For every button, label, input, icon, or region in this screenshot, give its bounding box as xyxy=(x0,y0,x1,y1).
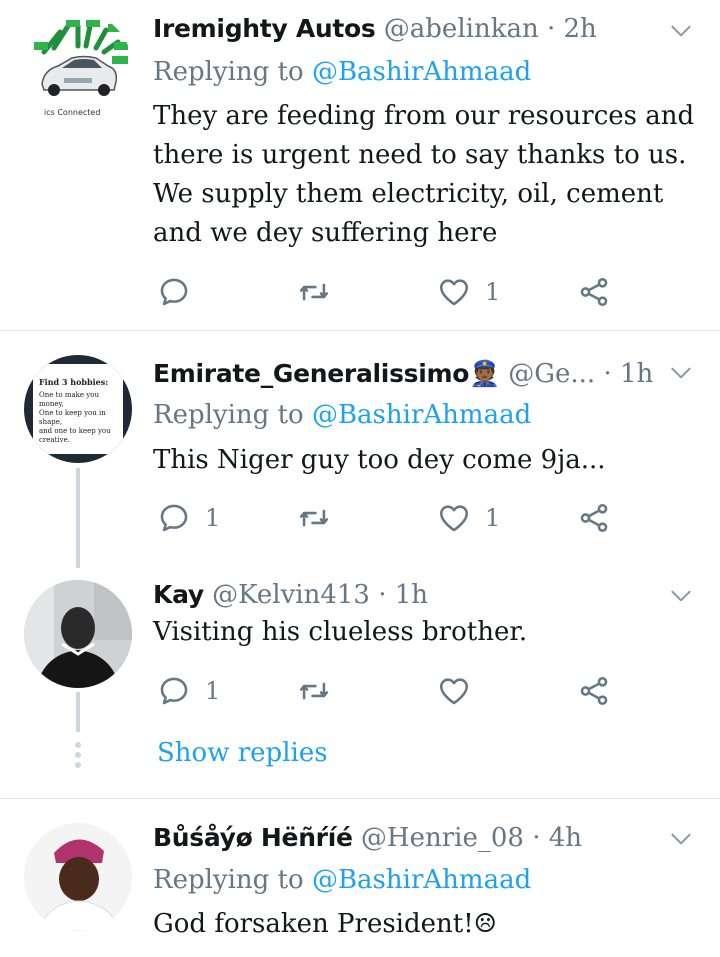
retweet-button[interactable] xyxy=(297,272,345,312)
tweet-text-line: and we dey suffering here xyxy=(153,218,498,248)
show-replies-link[interactable]: Show replies xyxy=(157,736,328,770)
divider xyxy=(0,798,720,799)
replying-to: Replying to @BashirAhmaad xyxy=(153,398,531,432)
tweet-text: God forsaken President!☹ xyxy=(153,905,696,944)
user-handle[interactable]: @Henrie_08 xyxy=(361,823,524,853)
retweet-button[interactable] xyxy=(297,498,345,538)
tweet-text-line: there is urgent need to say thanks to us… xyxy=(153,140,687,170)
retweet-icon xyxy=(297,275,331,309)
display-name[interactable]: Iremighty Autos xyxy=(153,14,376,43)
reply-button[interactable] xyxy=(157,272,205,312)
person-photo-icon xyxy=(24,823,132,931)
reply-button[interactable]: 1 xyxy=(157,498,220,538)
retweet-icon xyxy=(297,501,331,535)
avatar-quote-line: One to keep you in shape, xyxy=(39,409,106,426)
tweet-text-line: This Niger guy too dey come 9ja... xyxy=(153,445,606,475)
tweet-text-line: God forsaken President!☹ xyxy=(153,909,497,939)
timestamp[interactable]: 4h xyxy=(549,823,582,853)
avatar-quote-line: Find 3 hobbies: xyxy=(39,377,109,387)
reply-button[interactable]: 1 xyxy=(157,671,220,711)
tweet-header: Bůśåýø Hëñŕíé @Henrie_08 · 4h xyxy=(153,821,660,855)
tweet-text-line: Visiting his clueless brother. xyxy=(153,617,528,647)
share-icon xyxy=(577,501,611,535)
replying-label: Replying to xyxy=(153,57,304,87)
tweet-text-line: We supply them electricity, oil, cement xyxy=(153,179,664,209)
share-icon xyxy=(577,275,611,309)
like-button[interactable] xyxy=(437,671,485,711)
thread-dot xyxy=(75,762,81,768)
avatar-quote-line: One to make you money, xyxy=(39,391,99,408)
replying-handle-link[interactable]: @BashirAhmaad xyxy=(312,400,531,430)
avatar-quote-line: and one to keep you creative. xyxy=(39,427,111,444)
timestamp[interactable]: 1h xyxy=(395,580,428,610)
like-count: 1 xyxy=(485,504,501,532)
avatar[interactable] xyxy=(24,580,132,688)
avatar-caption: ics Connected xyxy=(44,108,101,117)
avatar-quote-card: Find 3 hobbies: One to make you money, O… xyxy=(33,364,123,454)
reply-count: 1 xyxy=(205,504,221,532)
avatar[interactable] xyxy=(24,12,132,120)
tweet-text-line: They are feeding from our resources and xyxy=(153,101,695,131)
avatar[interactable] xyxy=(24,823,132,931)
thread-line xyxy=(76,468,80,568)
share-button[interactable] xyxy=(577,498,611,538)
user-handle[interactable]: @abelinkan xyxy=(384,14,539,44)
heart-icon xyxy=(437,674,471,708)
person-photo-icon xyxy=(24,580,132,688)
chevron-down-icon[interactable] xyxy=(668,18,694,44)
car-logo-icon xyxy=(24,12,132,120)
separator-dot: · xyxy=(532,823,541,853)
user-handle[interactable]: @Ge... xyxy=(508,359,595,389)
timestamp[interactable]: 1h xyxy=(620,359,653,389)
chevron-down-icon[interactable] xyxy=(668,360,694,386)
share-button[interactable] xyxy=(577,272,611,312)
tweet-header: Iremighty Autos @abelinkan · 2h xyxy=(153,12,660,46)
timestamp[interactable]: 2h xyxy=(564,14,597,44)
tweet-header: Kay @Kelvin413 · 1h xyxy=(153,578,660,612)
tweet-text: Visiting his clueless brother. xyxy=(153,613,696,652)
like-button[interactable]: 1 xyxy=(437,498,500,538)
replying-to: Replying to @BashirAhmaad xyxy=(153,55,531,89)
replying-label: Replying to xyxy=(153,865,304,895)
thread-dot xyxy=(75,742,81,748)
display-name[interactable]: Kay xyxy=(153,580,204,609)
reply-icon xyxy=(157,674,191,708)
tweet-header: Emirate_Generalissimo👮🏾 @Ge... · 1h xyxy=(153,357,660,391)
replying-handle-link[interactable]: @BashirAhmaad xyxy=(312,865,531,895)
replying-handle-link[interactable]: @BashirAhmaad xyxy=(312,57,531,87)
user-handle[interactable]: @Kelvin413 xyxy=(212,580,370,610)
share-icon xyxy=(577,674,611,708)
thread-dot xyxy=(75,752,81,758)
separator-dot: · xyxy=(378,580,387,610)
tweet-actions: 1 xyxy=(153,272,696,312)
tweet-actions: 1 xyxy=(153,671,696,711)
avatar[interactable]: Find 3 hobbies: One to make you money, O… xyxy=(24,355,132,463)
chevron-down-icon[interactable] xyxy=(668,826,694,852)
heart-icon xyxy=(437,501,471,535)
heart-icon xyxy=(437,275,471,309)
replying-label: Replying to xyxy=(153,400,304,430)
display-name[interactable]: Emirate_Generalissimo👮🏾 xyxy=(153,359,500,388)
replying-to: Replying to @BashirAhmaad xyxy=(153,863,531,897)
display-name[interactable]: Bůśåýø Hëñŕíé xyxy=(153,823,353,852)
share-button[interactable] xyxy=(577,671,611,711)
chevron-down-icon[interactable] xyxy=(668,583,694,609)
retweet-icon xyxy=(297,674,331,708)
separator-dot: · xyxy=(546,14,556,44)
reply-icon xyxy=(157,275,191,309)
tweet-text: This Niger guy too dey come 9ja... xyxy=(153,441,696,480)
like-count: 1 xyxy=(485,278,501,306)
thread-line xyxy=(76,692,80,732)
like-button[interactable]: 1 xyxy=(437,272,500,312)
retweet-button[interactable] xyxy=(297,671,345,711)
reply-icon xyxy=(157,501,191,535)
tweet-text: They are feeding from our resources and … xyxy=(153,97,696,253)
reply-count: 1 xyxy=(205,677,221,705)
avatar-quote-text: Find 3 hobbies: One to make you money, O… xyxy=(39,378,117,445)
tweet-actions: 1 1 xyxy=(153,498,696,538)
separator-dot: · xyxy=(603,359,612,389)
divider xyxy=(0,330,720,331)
